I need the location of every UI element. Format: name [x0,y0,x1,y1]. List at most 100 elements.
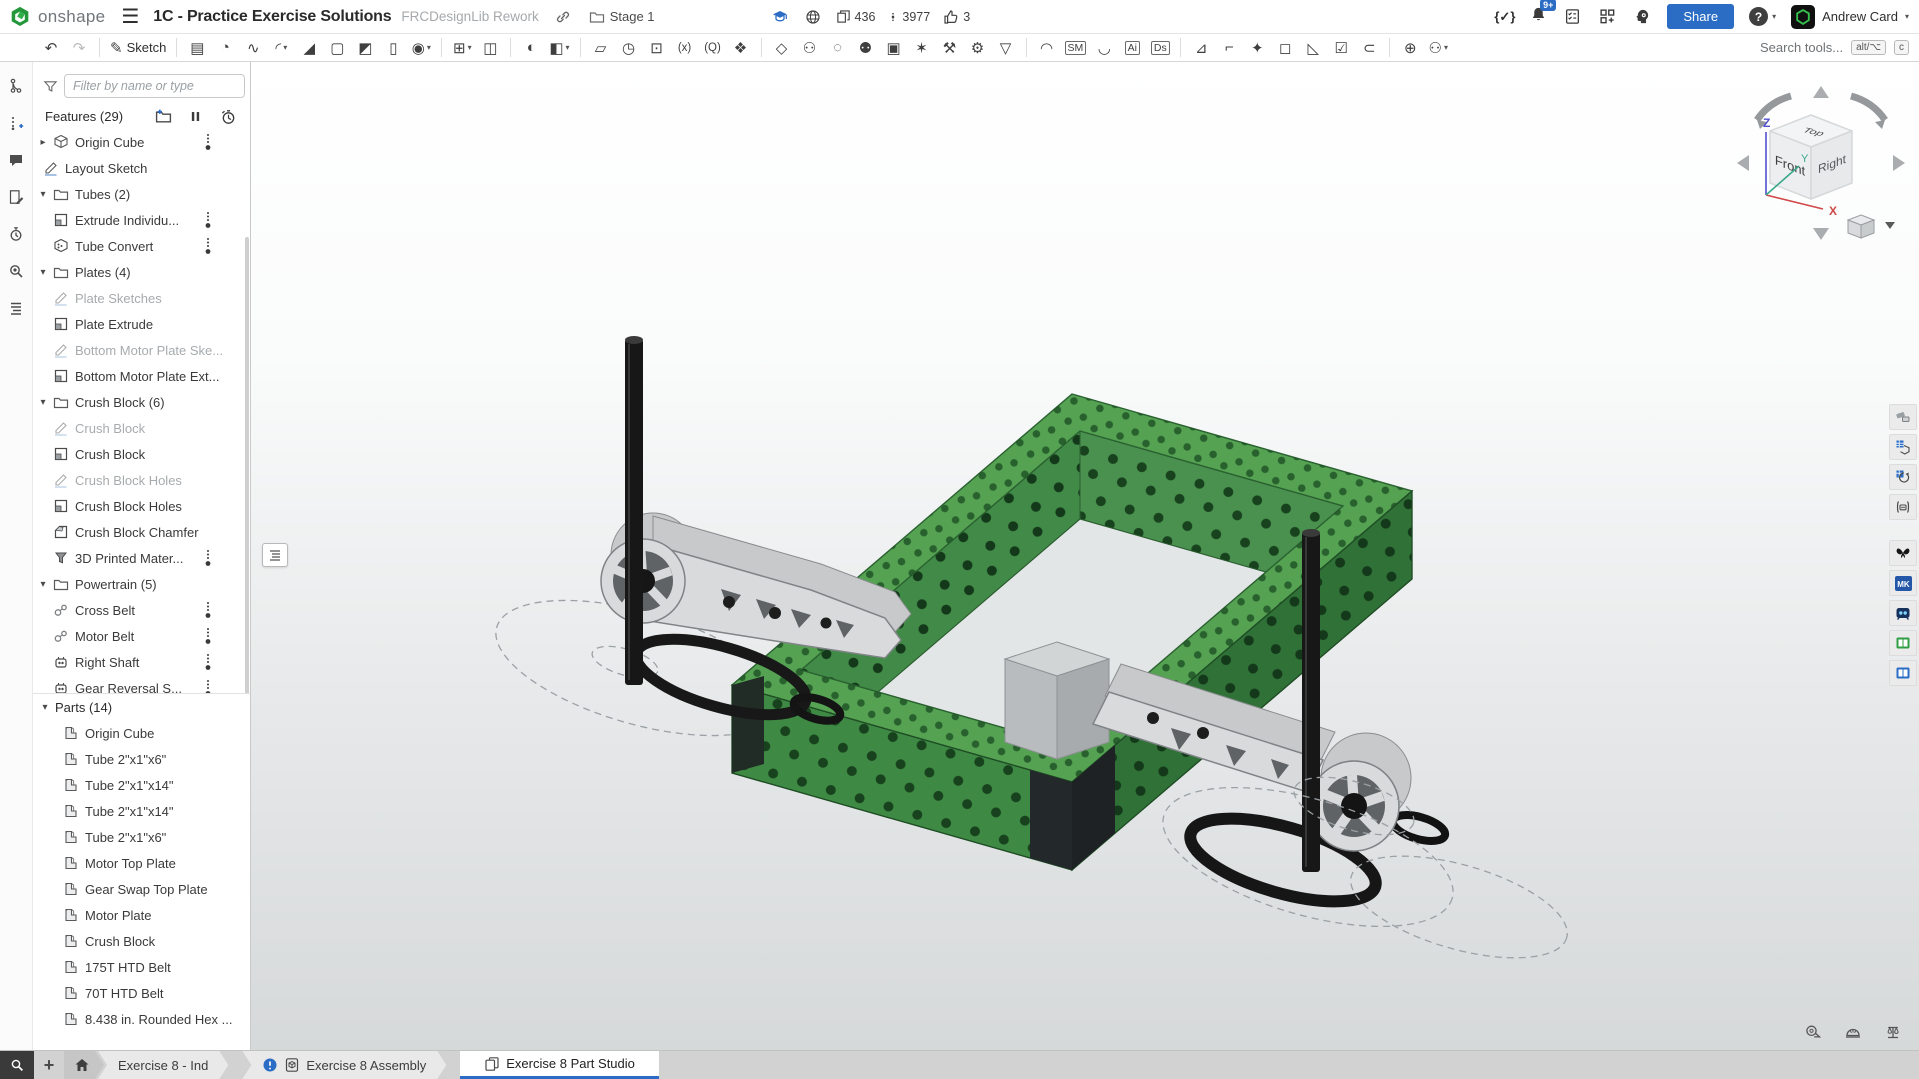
part-list-item[interactable]: Motor Top Plate [33,850,250,876]
feature-state-dots-icon[interactable] [204,549,212,571]
primitive-cube-button[interactable]: ◇ [769,36,795,60]
tab-search-button[interactable] [0,1051,34,1079]
variable-button[interactable]: (x) [672,36,698,60]
feature-state-dots-icon[interactable] [204,627,212,649]
feature-tree-row[interactable]: ▸Origin Cube [33,129,250,155]
flat-pattern-button[interactable]: ☑ [1328,36,1354,60]
follow-mode-icon[interactable] [6,113,26,133]
fold-button[interactable]: ⊿ [1188,36,1214,60]
boolean-button[interactable]: ◐ [518,36,544,60]
view-options-button[interactable] [1848,215,1895,238]
mirror-button[interactable]: ◫ [477,36,503,60]
add-folder-icon[interactable] [155,108,172,125]
variable-studio-button[interactable]: (Q) [700,36,726,60]
comments-icon[interactable] [6,150,26,170]
feature-tree-folder-row[interactable]: ▾Crush Block (6) [33,389,250,415]
chamfer-button[interactable]: ◢ [296,36,322,60]
transform-button[interactable]: ⊡ [644,36,670,60]
feature-tree-row[interactable]: Gear Reversal S... [33,675,250,694]
feature-state-dots-icon[interactable] [204,679,212,694]
feature-tree-row[interactable]: Crush Block [33,441,250,467]
breadcrumb[interactable]: Stage 1 [589,9,655,25]
bend-button[interactable]: ⌐ [1216,36,1242,60]
part-list-item[interactable]: Tube 2"x1"x14" [33,772,250,798]
app-store-grid-icon[interactable] [1597,7,1617,27]
share-button[interactable]: Share [1667,4,1734,29]
feature-state-dots-icon[interactable] [204,601,212,623]
search-tools-button[interactable]: Search tools... [1760,40,1843,55]
sheet-metal-bend-button[interactable]: ◠ [1034,36,1060,60]
thicken-button[interactable]: ▯ [380,36,406,60]
ai-advisor-icon[interactable] [1632,7,1652,27]
add-tab-button[interactable]: + [34,1051,64,1079]
feature-tree-row[interactable]: 3D Printed Mater... [33,545,250,571]
drawing-studio-button[interactable]: Ds [1147,36,1173,60]
part-list-item[interactable]: Gear Swap Top Plate [33,876,250,902]
tab-exercise-8-ind[interactable]: Exercise 8 - Ind [98,1051,228,1079]
feature-tree-folder-row[interactable]: ▾Tubes (2) [33,181,250,207]
model-viewport[interactable]: Top Front Right Z X Y MK [251,62,1919,1050]
chevron-down-icon[interactable]: ▾ [33,397,53,408]
chevron-down-icon[interactable]: ▾ [33,189,53,200]
part-list-item[interactable]: 70T HTD Belt [33,980,250,1006]
ai-studio-button[interactable]: Ai [1119,36,1145,60]
part-list-item[interactable]: Origin Cube [33,720,250,746]
chevron-right-icon[interactable]: ▸ [33,137,53,148]
part-list-item[interactable]: 8.438 in. Rounded Hex ... [33,1006,250,1032]
flange-button[interactable]: ◡ [1091,36,1117,60]
unfold-button[interactable]: ✦ [1244,36,1270,60]
sketch-assistant-button[interactable]: ⚇▾ [1425,36,1451,60]
appearance-panel-icon[interactable] [1889,404,1917,430]
undo-button[interactable]: ↶ [38,36,64,60]
part-list-item[interactable]: Tube 2"x1"x6" [33,824,250,850]
green-library-app-icon[interactable] [1889,630,1917,656]
tab-exercise-8-assembly[interactable]: Exercise 8 Assembly [242,1051,446,1079]
search-model-icon[interactable] [6,261,26,281]
tube-bend-button[interactable]: ⊂ [1356,36,1382,60]
notes-icon[interactable] [6,187,26,207]
config-cube-panel-icon[interactable] [1889,464,1917,490]
home-tab-button[interactable] [64,1051,104,1079]
feature-tree-row[interactable]: Layout Sketch [33,155,250,181]
tasks-checklist-icon[interactable] [1562,7,1582,27]
notifications-bell-icon[interactable]: 9+ [1530,6,1547,28]
chevron-down-icon[interactable]: ▾ [33,267,53,278]
feature-state-dots-icon[interactable] [204,237,212,259]
feature-filter-input[interactable] [64,74,245,98]
feature-state-dots-icon[interactable] [204,133,212,155]
part-list-item[interactable]: 175T HTD Belt [33,954,250,980]
mkcad-app-icon[interactable]: MK [1889,570,1917,596]
onshape-logo[interactable]: onshape [8,5,105,29]
rollback-clock-icon[interactable] [219,108,236,125]
split-button[interactable]: ◧▾ [546,36,572,60]
revolve-button[interactable]: ◔ [212,36,238,60]
butterfly-app-icon[interactable] [1889,540,1917,566]
part-list-item[interactable]: Tube 2"x1"x6" [33,746,250,772]
feature-tree-row[interactable]: Tube Convert [33,233,250,259]
help-menu[interactable]: ? ▾ [1749,7,1776,26]
suppress-pause-icon[interactable] [187,108,204,125]
parts-list-header[interactable]: ▾ Parts (14) [33,694,250,720]
derived-button[interactable]: ▣ [881,36,907,60]
feature-tree-scrollbar[interactable] [245,237,249,694]
mate-connector-button[interactable]: ❖ [728,36,754,60]
view-rotate-up-arrow[interactable] [1813,86,1829,98]
robot-app-icon[interactable] [1889,600,1917,626]
config-table-panel-icon[interactable] [1889,434,1917,460]
feature-tree-row[interactable]: Crush Block Chamfer [33,519,250,545]
featurescript-panel-icon[interactable] [1889,494,1917,520]
feature-tree-row[interactable]: Bottom Motor Plate Ske... [33,337,250,363]
history-icon[interactable] [6,224,26,244]
user-menu[interactable]: Andrew Card ▾ [1791,5,1909,29]
blue-library-app-icon[interactable] [1889,660,1917,686]
filter-funnel-button[interactable]: ▽ [993,36,1019,60]
custom-feature-2-button[interactable]: ⚉ [853,36,879,60]
sheet-metal-model-button[interactable]: SM [1062,36,1090,60]
copy-link-icon[interactable] [553,7,573,27]
featurescript-notices-icon[interactable]: {✓} [1494,9,1515,25]
view-cube[interactable]: Top Front Right Z X Y [1733,82,1911,244]
copies-stat[interactable]: 436 [836,9,876,24]
sweep-button[interactable]: ∿ [240,36,266,60]
feature-tree-row[interactable]: Plate Sketches [33,285,250,311]
part-list-item[interactable]: Tube 2"x1"x14" [33,798,250,824]
